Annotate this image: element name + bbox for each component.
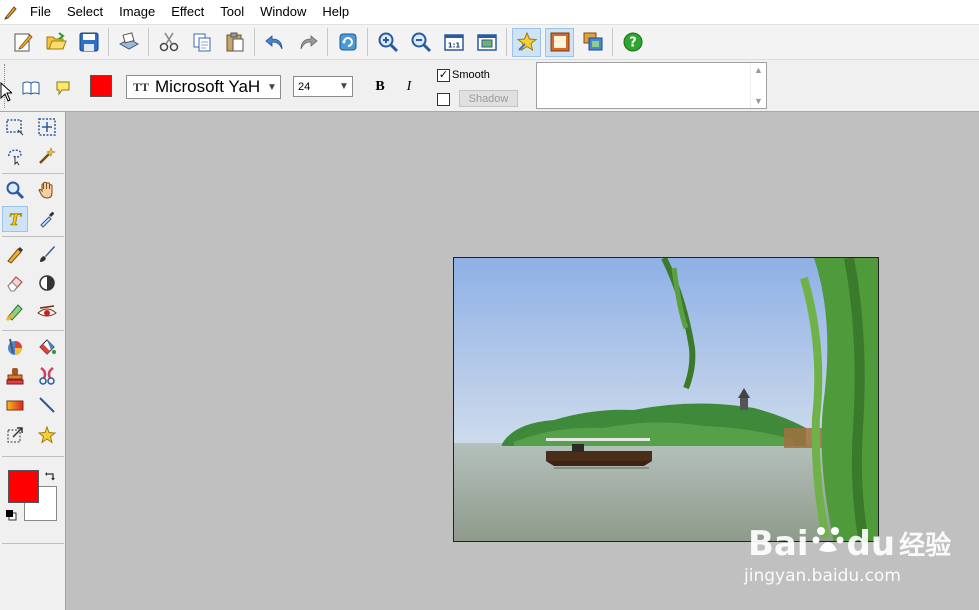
menu-bar: File Select Image Effect Tool Window Hel… [0,0,979,24]
move-select-icon[interactable] [34,114,60,140]
svg-text:T: T [9,210,22,229]
stamp-icon[interactable] [2,363,28,389]
toolbar-separator [108,28,109,56]
menu-effect[interactable]: Effect [163,0,212,24]
red-eye-icon[interactable] [34,299,60,325]
tool-separator [2,330,64,331]
hand-icon[interactable] [34,177,60,203]
smooth-checkbox[interactable]: ✓ [437,69,450,82]
redo-icon[interactable] [293,28,322,57]
fill-bucket-icon[interactable] [34,334,60,360]
chevron-down-icon: ▼ [339,81,349,92]
menu-image[interactable]: Image [111,0,163,24]
default-colors-icon[interactable] [5,509,17,524]
smooth-label: Smooth [452,69,490,81]
rotate-icon[interactable] [333,28,362,57]
mouse-cursor-icon [0,81,14,105]
toolbar-separator [506,28,507,56]
text-color-swatch[interactable] [90,75,112,97]
text-tool-icon[interactable]: T [2,206,28,232]
rect-select-icon[interactable] [2,114,28,140]
zoom-tool-icon[interactable] [2,177,28,203]
tool-separator [2,236,64,237]
toolbar-separator [612,28,613,56]
shadow-button[interactable]: Shadow [459,90,518,107]
lake-photo[interactable] [453,257,879,542]
help-icon[interactable]: ? [618,28,647,57]
toolbar-separator [148,28,149,56]
color-balance-icon[interactable] [2,334,28,360]
clone-stamp-icon[interactable] [2,299,28,325]
font-size-select[interactable]: 24 ▼ [293,76,353,97]
tool-separator [2,543,64,544]
font-family-value: Microsoft YaH [155,77,261,96]
zoom-out-icon[interactable] [406,28,435,57]
shadow-checkbox[interactable] [437,93,450,106]
scan-icon[interactable] [114,28,143,57]
font-family-select[interactable]: TT Microsoft YaH ▼ [126,75,281,99]
open-icon[interactable] [41,28,70,57]
eyedropper-icon[interactable] [34,206,60,232]
paste-icon[interactable] [220,28,249,57]
pencil-icon[interactable] [2,241,28,267]
toolbar-separator [367,28,368,56]
foreground-color-swatch[interactable] [8,470,39,503]
main-toolbar: 1:1 ? [0,24,979,60]
undo-icon[interactable] [260,28,289,57]
menu-window[interactable]: Window [252,0,314,24]
swap-colors-icon[interactable] [45,470,56,485]
eraser-icon[interactable] [2,270,28,296]
zoom-in-icon[interactable] [373,28,402,57]
font-size-value: 24 [298,80,311,93]
tool-separator [2,173,64,174]
line-icon[interactable] [34,392,60,418]
italic-button[interactable]: I [401,78,417,96]
copy-icon[interactable] [187,28,216,57]
bold-button[interactable]: B [372,78,388,96]
speech-bubble-icon[interactable] [53,78,73,98]
lasso-icon[interactable] [2,143,28,169]
svg-text:?: ? [629,36,637,51]
menu-select[interactable]: Select [59,0,111,24]
toolbar-separator [254,28,255,56]
truetype-icon: TT [133,79,150,94]
book-icon[interactable] [20,78,42,98]
tool-separator [2,456,64,457]
app-pencil-icon [0,0,22,24]
contrast-icon[interactable] [34,270,60,296]
chevron-down-icon: ▼ [267,81,277,93]
heal-scissors-icon[interactable] [34,363,60,389]
menu-file[interactable]: File [22,0,59,24]
layers-icon[interactable] [578,28,607,57]
menu-tool[interactable]: Tool [212,0,252,24]
save-icon[interactable] [74,28,103,57]
chevron-up-icon[interactable]: ▲ [754,65,763,75]
transform-icon[interactable] [2,422,28,448]
fit-window-icon[interactable] [472,28,501,57]
effect-star-icon[interactable] [34,422,60,448]
effects-icon[interactable] [512,27,541,57]
magic-wand-icon[interactable] [34,143,60,169]
toolbar-separator [327,28,328,56]
frame-icon[interactable] [545,27,574,57]
new-icon[interactable] [8,28,37,57]
text-input-area[interactable]: ▲ ▼ [536,62,767,109]
chevron-down-icon[interactable]: ▼ [754,96,763,106]
svg-text:1:1: 1:1 [447,42,460,50]
brush-icon[interactable] [34,241,60,267]
cut-icon[interactable] [154,28,183,57]
actual-size-icon[interactable]: 1:1 [439,28,468,57]
menu-help[interactable]: Help [314,0,357,24]
text-area-scrollbar[interactable]: ▲ ▼ [750,63,766,108]
gradient-icon[interactable] [2,392,28,418]
